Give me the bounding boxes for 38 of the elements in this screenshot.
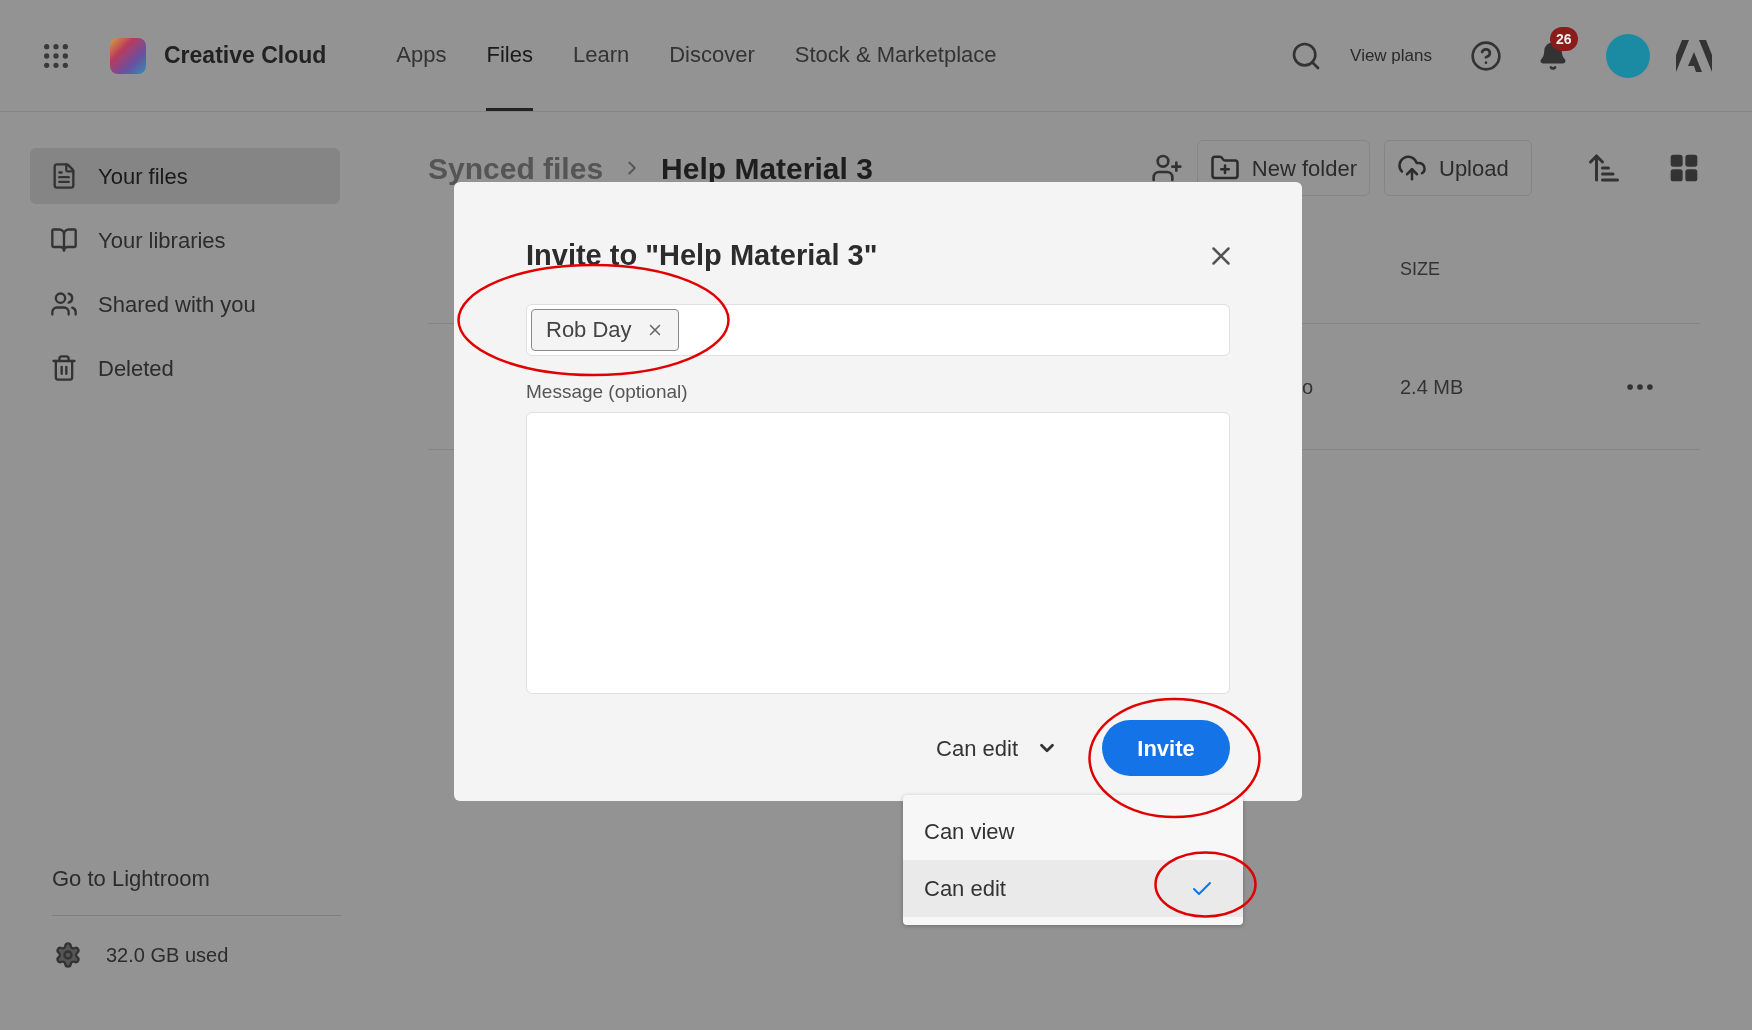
- message-label: Message (optional): [526, 379, 689, 404]
- lightroom-link[interactable]: Go to Lightroom: [30, 862, 210, 895]
- permission-dropdown[interactable]: Can edit: [936, 731, 1058, 765]
- message-field[interactable]: [526, 412, 1230, 694]
- book-icon: [50, 226, 78, 254]
- upload-button[interactable]: Upload: [1384, 140, 1532, 196]
- cloud-upload-icon: [1397, 153, 1427, 183]
- trash-icon: [50, 354, 78, 382]
- storage-usage: 32.0 GB used: [106, 943, 229, 968]
- menu-item[interactable]: Can edit: [903, 860, 1243, 917]
- recipient-tag: Rob Day: [531, 308, 679, 351]
- sidebar-item[interactable]: Your libraries: [30, 212, 340, 268]
- logo-icon: [110, 37, 146, 74]
- grid-view-icon[interactable]: [1668, 152, 1700, 184]
- settings-icon[interactable]: [54, 941, 82, 969]
- menu-item[interactable]: Can view: [903, 803, 1243, 860]
- sidebar-item[interactable]: Shared with you: [30, 276, 340, 332]
- sidebar-item[interactable]: Deleted: [30, 340, 340, 396]
- notification-badge: 26: [1550, 26, 1578, 51]
- dialog-title: Invite to "Help Material 3": [526, 238, 878, 273]
- nav-tab[interactable]: Stock & Marketplace: [794, 0, 997, 111]
- invite-user-icon[interactable]: [1150, 152, 1183, 184]
- app-name: Creative Cloud: [164, 41, 327, 71]
- nav-tab[interactable]: Files: [486, 0, 533, 111]
- breadcrumb-item: Help Material 3: [661, 150, 873, 187]
- view-plans-link[interactable]: View plans: [1350, 42, 1432, 69]
- invite-button[interactable]: Invite: [1102, 720, 1230, 776]
- recipient-field[interactable]: Rob Day: [526, 303, 1230, 356]
- table-cell-text: 2.4 MB: [1400, 374, 1464, 400]
- nav-tab[interactable]: Apps: [396, 0, 447, 111]
- nav-tab[interactable]: Discover: [669, 0, 755, 111]
- column-header: SIZE: [1400, 258, 1440, 281]
- nav-tab[interactable]: Learn: [572, 0, 630, 111]
- help-icon[interactable]: [1470, 39, 1502, 72]
- people-icon: [50, 290, 78, 318]
- adobe-logo-icon: [1676, 39, 1712, 72]
- table-cell-text: o: [1302, 374, 1315, 400]
- sidebar-item[interactable]: Your files: [30, 148, 340, 204]
